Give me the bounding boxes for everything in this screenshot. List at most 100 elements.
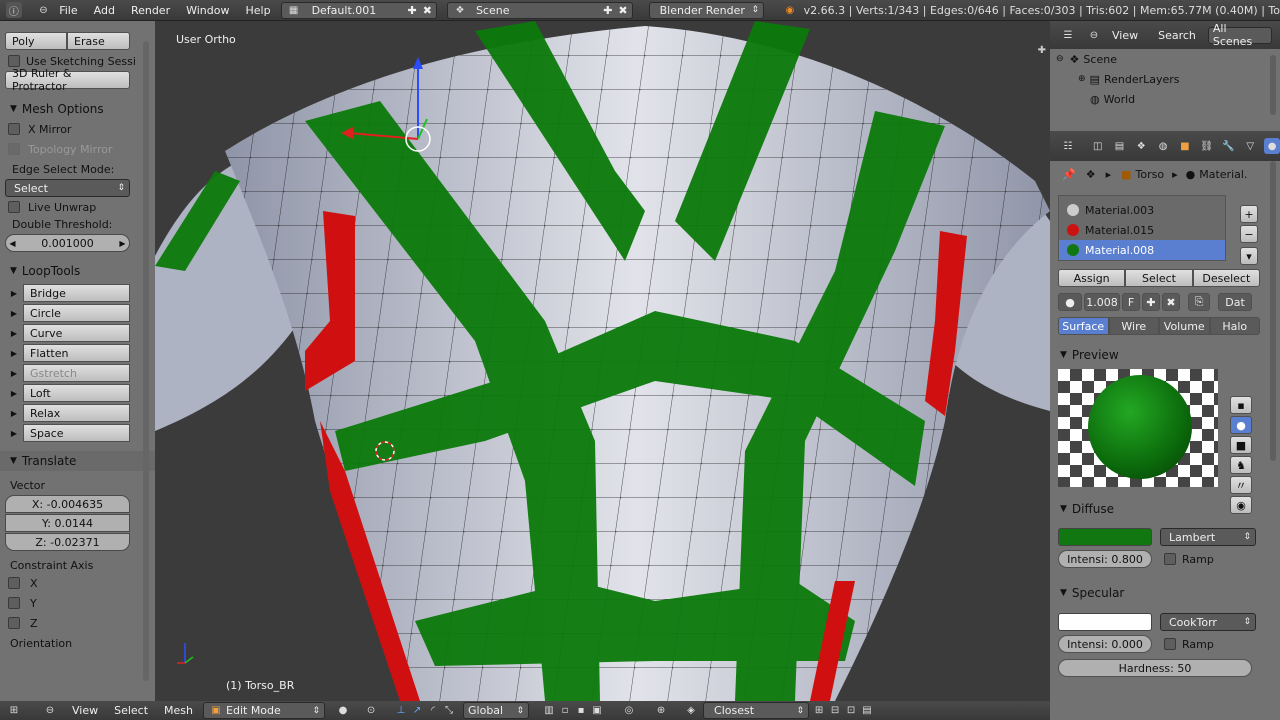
bridge-button[interactable]: Bridge: [23, 284, 130, 302]
face-select-icon[interactable]: ▣: [589, 703, 605, 719]
menu-render[interactable]: Render: [123, 4, 178, 17]
expand-arrow-icon[interactable]: ▶: [5, 409, 23, 418]
vector-z-field[interactable]: Z: -0.02371: [5, 533, 130, 551]
constraint-y-checkbox[interactable]: Y: [0, 593, 155, 613]
expand-arrow-icon[interactable]: ▶: [5, 289, 23, 298]
slot-specials-icon[interactable]: ▾: [1240, 247, 1258, 265]
info-editor-icon[interactable]: ⓘ: [6, 2, 22, 18]
tab-volume[interactable]: Volume: [1159, 317, 1210, 335]
space-button[interactable]: Space: [23, 424, 130, 442]
add-slot-icon[interactable]: +: [1240, 205, 1258, 223]
manipulator-icon[interactable]: ⊥: [393, 703, 409, 719]
vector-y-field[interactable]: Y: 0.0144: [5, 514, 130, 532]
remove-scene-icon[interactable]: ✖: [618, 4, 627, 17]
constraints-tab-icon[interactable]: ⛓: [1199, 138, 1215, 154]
menu-search[interactable]: Search: [1158, 29, 1196, 42]
material-slot[interactable]: Material.015: [1059, 220, 1225, 240]
menu-view[interactable]: View: [1112, 29, 1138, 42]
render-layers-tab-icon[interactable]: ▤: [1112, 138, 1128, 154]
looptools-flatten[interactable]: ▶ Flatten: [5, 343, 130, 363]
menu-add[interactable]: Add: [86, 4, 123, 17]
proportional-edit-icon[interactable]: ◎: [621, 703, 637, 719]
expand-arrow-icon[interactable]: ▶: [5, 369, 23, 378]
snap-target-icon[interactable]: ◈: [683, 703, 699, 719]
add-layout-icon[interactable]: ✚: [408, 4, 417, 17]
new-material-icon[interactable]: ✚: [1142, 293, 1160, 311]
render-animation-icon[interactable]: ▤: [859, 703, 875, 719]
outliner-item-scene[interactable]: ⊖ ❖ Scene: [1050, 49, 1280, 69]
pin-icon[interactable]: 📌: [1062, 168, 1076, 181]
select-button[interactable]: Select: [1125, 269, 1193, 287]
vector-x-field[interactable]: X: -0.004635: [5, 495, 130, 513]
live-unwrap-checkbox[interactable]: Live Unwrap: [0, 197, 155, 217]
material-tab-icon[interactable]: ●: [1264, 138, 1280, 154]
material-name-field[interactable]: 1.008: [1084, 293, 1120, 311]
tab-halo[interactable]: Halo: [1209, 317, 1260, 335]
tab-surface[interactable]: Surface: [1058, 317, 1109, 335]
object-tab-icon[interactable]: ■: [1177, 138, 1193, 154]
pivot-point-icon[interactable]: ⊙: [363, 703, 379, 719]
properties-editor-icon[interactable]: ☷: [1060, 138, 1076, 154]
deselect-button[interactable]: Deselect: [1192, 269, 1260, 287]
expand-arrow-icon[interactable]: ▶: [5, 429, 23, 438]
modifiers-tab-icon[interactable]: 🔧: [1221, 138, 1237, 154]
preview-hair-icon[interactable]: 〃: [1230, 476, 1252, 494]
torso-mesh[interactable]: [155, 21, 1050, 701]
mesh-options-header[interactable]: ▼ Mesh Options: [0, 99, 155, 119]
render-preview-icon[interactable]: ⊡: [843, 703, 859, 719]
snap-project-icon[interactable]: ⊟: [827, 703, 843, 719]
curve-button[interactable]: Curve: [23, 324, 130, 342]
expand-arrow-icon[interactable]: ▶: [5, 329, 23, 338]
scene-tab-icon[interactable]: ❖: [1133, 138, 1149, 154]
transform-orientation-dropdown[interactable]: Global ⇕: [463, 702, 530, 719]
screen-layout-selector[interactable]: ▦ Default.001 ✚ ✖: [280, 1, 437, 19]
menu-view[interactable]: View: [64, 704, 106, 717]
constraint-z-checkbox[interactable]: Z: [0, 613, 155, 633]
preview-cube-icon[interactable]: ■: [1230, 436, 1252, 454]
looptools-loft[interactable]: ▶ Loft: [5, 383, 130, 403]
assign-button[interactable]: Assign: [1058, 269, 1126, 287]
editor-type-icon[interactable]: ⊞: [6, 703, 22, 719]
link-data-dropdown[interactable]: Dat: [1218, 293, 1252, 311]
outliner-editor-icon[interactable]: ☰: [1060, 27, 1076, 43]
expand-arrow-icon[interactable]: ▶: [5, 309, 23, 318]
poly-button[interactable]: Poly: [5, 32, 67, 50]
tab-wire[interactable]: Wire: [1108, 317, 1159, 335]
tool-shelf-scrollbar[interactable]: [143, 41, 149, 681]
edge-select-icon[interactable]: ▪: [573, 703, 589, 719]
scale-manipulator-icon[interactable]: ⤡: [441, 703, 457, 719]
display-mode-dropdown[interactable]: All Scenes: [1207, 22, 1272, 48]
data-tab-icon[interactable]: ▽: [1242, 138, 1258, 154]
relax-button[interactable]: Relax: [23, 404, 130, 422]
area-split-widget[interactable]: ✚: [1038, 45, 1046, 56]
outliner-item-world[interactable]: ◍ World: [1050, 89, 1280, 109]
specular-header[interactable]: ▼ Specular: [1050, 583, 1280, 603]
viewport-shading-icon[interactable]: ●: [335, 703, 351, 719]
menu-help[interactable]: Help: [237, 4, 278, 17]
unlink-material-icon[interactable]: ✖: [1162, 293, 1180, 311]
increment-arrow-icon[interactable]: ▶: [119, 239, 125, 248]
diffuse-shader-dropdown[interactable]: Lambert: [1160, 528, 1256, 546]
snap-element-dropdown[interactable]: Closest ⇕: [703, 702, 810, 719]
looptools-curve[interactable]: ▶ Curve: [5, 323, 130, 343]
snap-icon[interactable]: ⊕: [653, 703, 669, 719]
expand-arrow-icon[interactable]: ▶: [5, 389, 23, 398]
layer-icon[interactable]: ▥: [541, 703, 557, 719]
collapse-menus-icon[interactable]: ⊖: [1086, 27, 1102, 43]
preview-sphere-icon[interactable]: ●: [1230, 416, 1252, 434]
topology-mirror-checkbox[interactable]: Topology Mirror: [0, 139, 155, 159]
gstretch-button[interactable]: Gstretch: [23, 364, 130, 382]
render-tab-icon[interactable]: ◫: [1090, 138, 1106, 154]
material-browse-icon[interactable]: ●: [1058, 293, 1082, 311]
looptools-relax[interactable]: ▶ Relax: [5, 403, 130, 423]
x-mirror-checkbox[interactable]: X Mirror: [0, 119, 155, 139]
expand-icon[interactable]: ⊕: [1078, 74, 1086, 84]
vertex-select-icon[interactable]: ▫: [557, 703, 573, 719]
diffuse-ramp-checkbox[interactable]: [1164, 553, 1176, 565]
loft-button[interactable]: Loft: [23, 384, 130, 402]
hardness-field[interactable]: Hardness: 50: [1058, 659, 1252, 677]
edge-select-mode-dropdown[interactable]: Select: [5, 179, 130, 197]
collapse-icon[interactable]: ⊖: [1056, 54, 1064, 64]
remove-slot-icon[interactable]: −: [1240, 225, 1258, 243]
erase-button[interactable]: Erase: [67, 32, 130, 50]
